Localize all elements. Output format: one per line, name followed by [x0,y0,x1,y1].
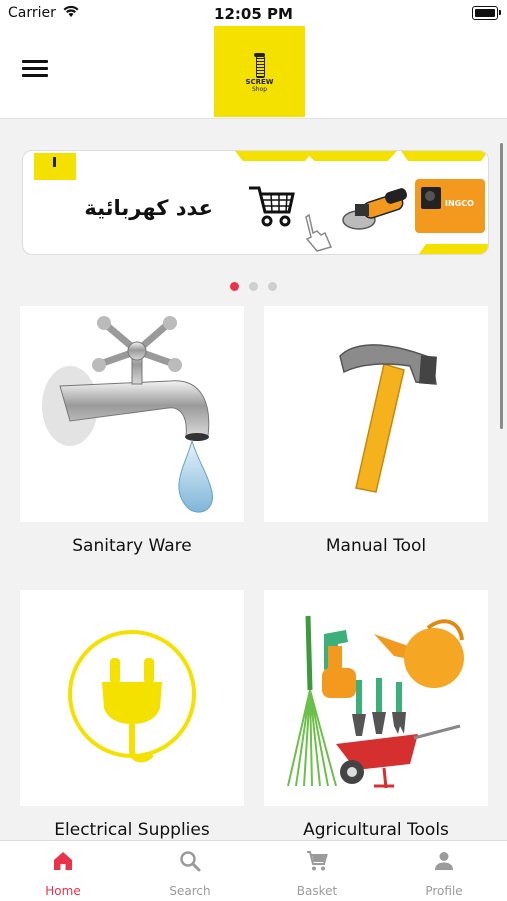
tab-basket[interactable]: Basket [254,841,380,901]
category-label: Manual Tool [325,536,427,556]
angle-grinder-icon [342,188,408,230]
cart-icon [307,851,328,871]
category-label: Sanitary Ware [72,536,192,556]
category-image-manual-tool [264,306,488,522]
welding-machine-image: INGCO [415,179,485,233]
carousel-indicator [0,276,507,295]
pointing-hand-icon [305,213,333,252]
logo-text-shop: Shop [251,86,268,93]
screw-icon [256,56,265,78]
category-label: Electrical Supplies [54,820,210,840]
carousel-dot-3[interactable] [268,282,277,291]
tab-bar: Home Search Basket Profile [0,840,507,901]
carousel-dot-2[interactable] [249,282,258,291]
carousel-dot-1[interactable] [230,282,239,291]
battery-icon [472,6,501,20]
cart-icon [249,186,295,227]
promo-banner[interactable]: عدد كهربائية INGCO [22,150,489,255]
clock: 12:05 PM [214,5,293,23]
garden-tools-icon [287,615,464,789]
category-label: Agricultural Tools [303,820,449,840]
category-image-electrical-supplies [20,590,244,806]
status-bar: Carrier 12:05 PM [0,0,507,26]
tab-home[interactable]: Home [0,841,126,901]
category-card-electrical-supplies[interactable]: Electrical Supplies [20,590,244,840]
category-card-sanitary-ware[interactable]: Sanitary Ware [20,306,244,556]
hammer-icon [339,344,437,493]
category-card-agricultural-tools[interactable]: Agricultural Tools [264,590,488,840]
tab-search[interactable]: Search [127,841,253,901]
category-image-agricultural-tools [264,590,488,806]
home-icon [54,852,72,870]
scrollbar[interactable] [500,143,503,429]
category-card-manual-tool[interactable]: Manual Tool [264,306,488,556]
banner-logo [34,153,76,180]
plug-icon [68,630,196,763]
logo-text-screw: SCREW [245,78,274,86]
person-icon [435,852,453,870]
search-icon [180,851,201,872]
hamburger-menu-icon[interactable] [22,60,48,82]
tab-label: Home [45,884,81,898]
tab-label: Search [169,884,211,898]
banner-headline: عدد كهربائية [84,196,213,220]
welder-brand-label: INGCO [445,199,474,208]
app-header: SCREW Shop [0,26,507,119]
tab-label: Basket [296,884,338,898]
tab-profile[interactable]: Profile [381,841,507,901]
category-image-sanitary-ware [20,306,244,522]
screw-shop-logo: SCREW Shop [214,26,305,117]
faucet-icon [42,316,213,513]
tab-label: Profile [425,884,463,898]
